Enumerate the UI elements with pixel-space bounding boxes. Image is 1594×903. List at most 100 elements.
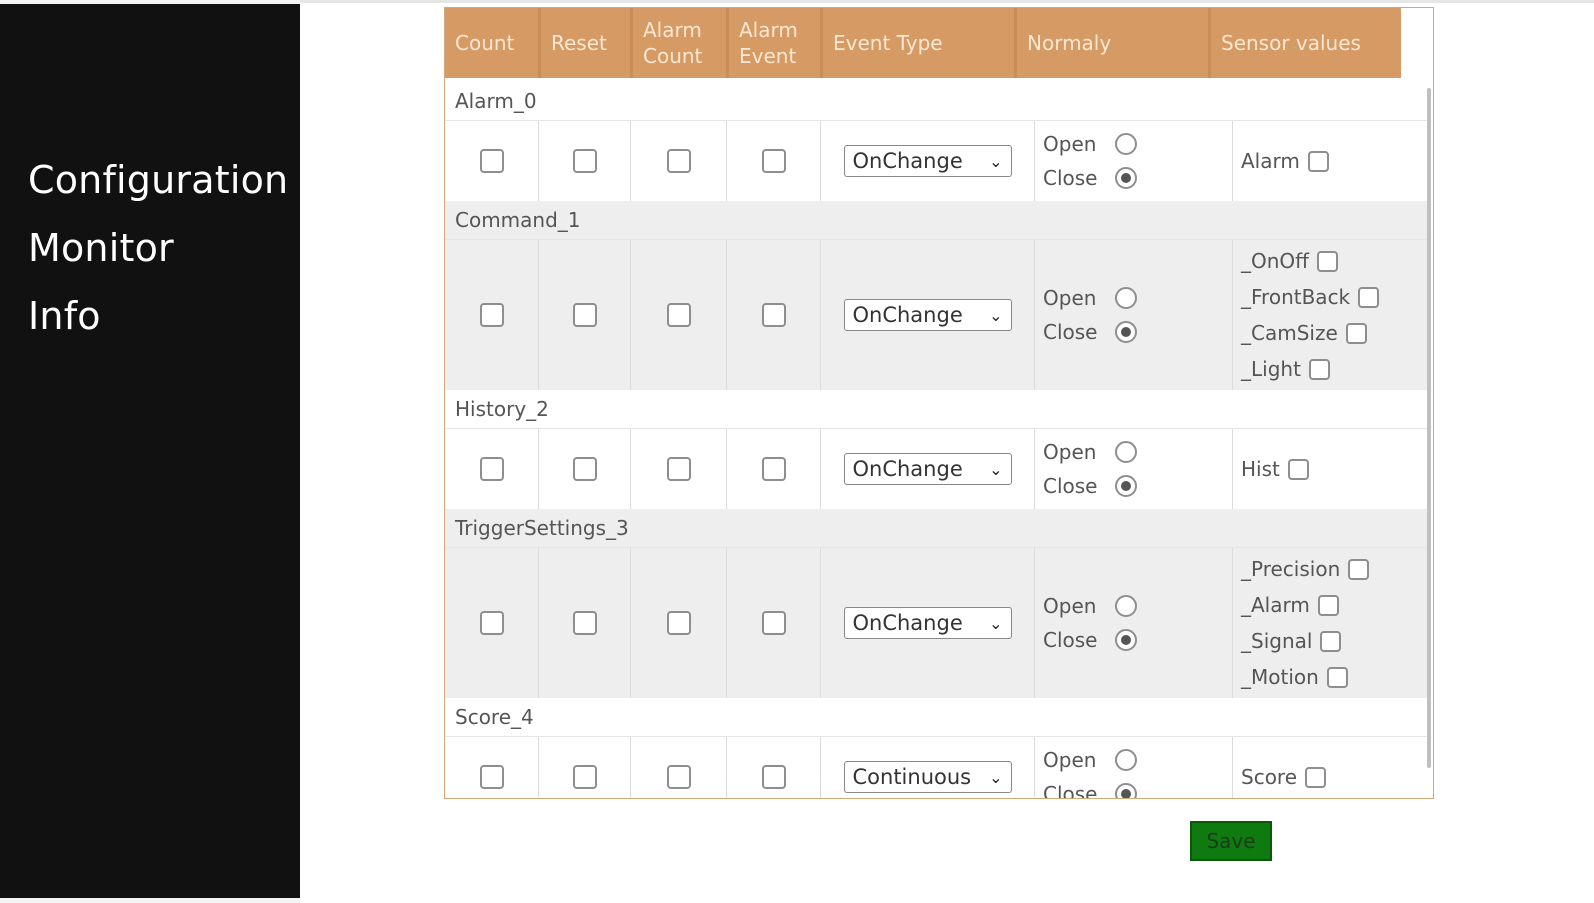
normaly-open-option: Open <box>1043 589 1137 623</box>
event-type-select[interactable]: OnChange ⌄ <box>843 299 1012 331</box>
count-checkbox[interactable] <box>479 765 504 789</box>
sensor-checkbox[interactable] <box>1320 630 1342 652</box>
cell <box>539 737 631 798</box>
count-checkbox[interactable] <box>479 611 504 635</box>
sensor-checkbox[interactable] <box>1326 666 1348 688</box>
sensor-checkbox[interactable] <box>1316 250 1338 272</box>
close-radio[interactable] <box>1115 629 1137 651</box>
header-sensor-values: Sensor values <box>1221 31 1361 55</box>
cell: Open Close <box>1035 429 1233 509</box>
open-radio[interactable] <box>1115 595 1137 617</box>
cell <box>539 548 631 698</box>
sensor-label: Hist <box>1241 457 1280 481</box>
alarm-event-checkbox[interactable] <box>761 765 786 789</box>
sensor-checkbox[interactable] <box>1307 150 1329 172</box>
sensor-checkbox[interactable] <box>1345 322 1367 344</box>
scrollbar[interactable] <box>1427 88 1431 768</box>
sensor-value-item: Score <box>1241 759 1327 795</box>
main-content: Count Reset Alarm Count Alarm Event Even… <box>300 0 1594 903</box>
sensor-checkbox[interactable] <box>1348 558 1370 580</box>
group-label: Command_1 <box>445 201 1429 240</box>
alarm-count-checkbox[interactable] <box>666 765 691 789</box>
open-radio[interactable] <box>1115 287 1137 309</box>
count-checkbox[interactable] <box>479 149 504 173</box>
sensor-checkbox[interactable] <box>1305 766 1327 788</box>
cell <box>539 429 631 509</box>
normaly-open-option: Open <box>1043 435 1137 469</box>
normaly-close-option: Close <box>1043 777 1137 798</box>
table-row: OnChange ⌄ Open Close _Precision _Alarm … <box>445 548 1429 698</box>
sensor-checkbox[interactable] <box>1287 458 1309 480</box>
normaly-close-option: Close <box>1043 315 1137 349</box>
event-type-select[interactable]: Continuous ⌄ <box>843 761 1012 793</box>
close-label: Close <box>1043 628 1098 652</box>
close-radio[interactable] <box>1115 321 1137 343</box>
cell: OnChange ⌄ <box>821 121 1035 201</box>
sensor-checkbox[interactable] <box>1317 594 1339 616</box>
alarm-count-checkbox[interactable] <box>666 611 691 635</box>
table-header: Count Reset Alarm Count Alarm Event Even… <box>445 8 1401 78</box>
cell: Open Close <box>1035 737 1233 798</box>
open-radio[interactable] <box>1115 441 1137 463</box>
cell <box>445 737 539 798</box>
alarm-event-checkbox[interactable] <box>761 303 786 327</box>
alarm-event-checkbox[interactable] <box>761 149 786 173</box>
sensor-checkbox[interactable] <box>1358 286 1380 308</box>
save-button[interactable]: Save <box>1190 821 1272 861</box>
event-type-select[interactable]: OnChange ⌄ <box>843 145 1012 177</box>
cell: _Precision _Alarm _Signal _Motion <box>1233 548 1429 698</box>
sensor-label: _OnOff <box>1241 249 1309 273</box>
sensor-value-item: _CamSize <box>1241 315 1367 351</box>
event-type-value: Continuous <box>852 765 972 789</box>
close-radio[interactable] <box>1115 475 1137 497</box>
sensor-group: TriggerSettings_3 OnChange ⌄ Open Close … <box>445 509 1429 698</box>
open-radio[interactable] <box>1115 749 1137 771</box>
event-type-value: OnChange <box>852 611 963 635</box>
reset-checkbox[interactable] <box>572 611 597 635</box>
count-checkbox[interactable] <box>479 303 504 327</box>
sensor-value-item: _Light <box>1241 351 1330 387</box>
reset-checkbox[interactable] <box>572 303 597 327</box>
open-label: Open <box>1043 594 1097 618</box>
cell: Hist <box>1233 429 1429 509</box>
alarm-count-checkbox[interactable] <box>666 149 691 173</box>
cell: Alarm <box>1233 121 1429 201</box>
chevron-down-icon: ⌄ <box>989 305 1003 325</box>
alarm-event-checkbox[interactable] <box>761 611 786 635</box>
event-type-value: OnChange <box>852 457 963 481</box>
open-radio[interactable] <box>1115 133 1137 155</box>
reset-checkbox[interactable] <box>572 149 597 173</box>
close-label: Close <box>1043 320 1098 344</box>
reset-checkbox[interactable] <box>572 457 597 481</box>
sensor-checkbox[interactable] <box>1308 358 1330 380</box>
sidebar: Configuration Monitor Info <box>0 4 300 898</box>
event-type-select[interactable]: OnChange ⌄ <box>843 607 1012 639</box>
count-checkbox[interactable] <box>479 457 504 481</box>
chevron-down-icon: ⌄ <box>989 613 1003 633</box>
alarm-count-checkbox[interactable] <box>666 457 691 481</box>
cell: _OnOff _FrontBack _CamSize _Light <box>1233 240 1429 390</box>
reset-checkbox[interactable] <box>572 765 597 789</box>
nav-monitor[interactable]: Monitor <box>0 214 300 282</box>
table-row: OnChange ⌄ Open Close Hist <box>445 429 1429 509</box>
close-radio[interactable] <box>1115 167 1137 189</box>
sensor-value-item: _Signal <box>1241 623 1342 659</box>
close-radio[interactable] <box>1115 783 1137 798</box>
sensor-group: History_2 OnChange ⌄ Open Close Hist <box>445 390 1429 509</box>
open-label: Open <box>1043 286 1097 310</box>
table-row: Continuous ⌄ Open Close Score <box>445 737 1429 798</box>
alarm-count-checkbox[interactable] <box>666 303 691 327</box>
alarm-event-checkbox[interactable] <box>761 457 786 481</box>
open-label: Open <box>1043 440 1097 464</box>
group-label: TriggerSettings_3 <box>445 509 1429 548</box>
cell: Open Close <box>1035 548 1233 698</box>
sensor-group: Alarm_0 OnChange ⌄ Open Close Alarm <box>445 82 1429 201</box>
nav-info[interactable]: Info <box>0 282 300 350</box>
cell: Open Close <box>1035 121 1233 201</box>
event-type-select[interactable]: OnChange ⌄ <box>843 453 1012 485</box>
sensor-value-item: _Motion <box>1241 659 1348 695</box>
group-label: Alarm_0 <box>445 82 1429 121</box>
cell <box>727 240 821 390</box>
nav-configuration[interactable]: Configuration <box>0 146 300 214</box>
cell <box>631 548 727 698</box>
